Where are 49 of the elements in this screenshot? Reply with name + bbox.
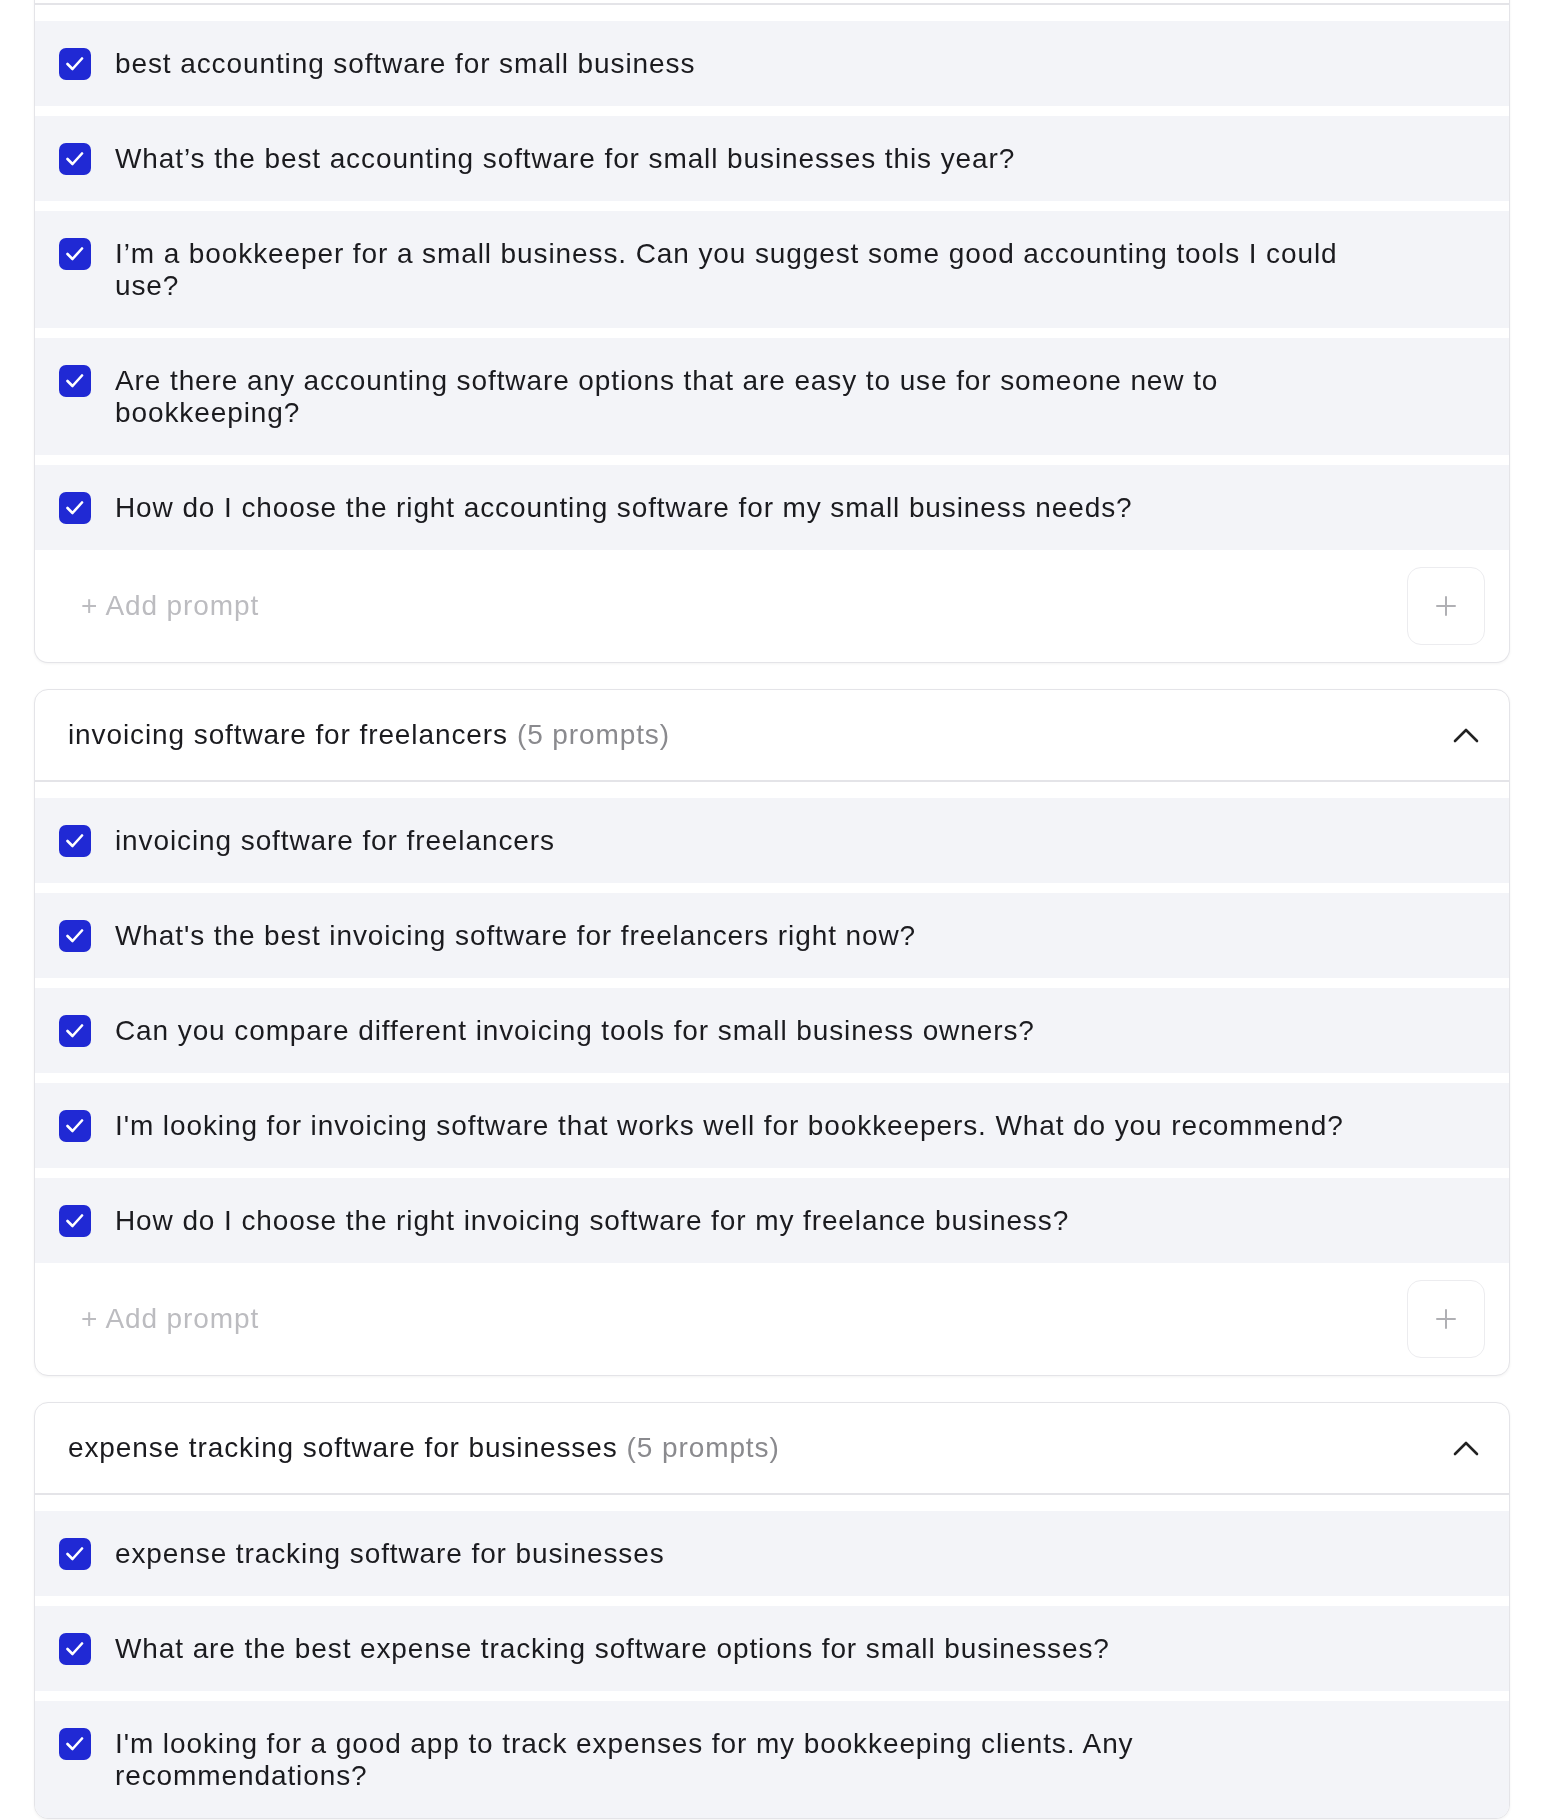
- check-icon: [66, 834, 84, 848]
- checkbox[interactable]: [59, 1015, 91, 1047]
- prompt-text: What’s the best accounting software for small businesses this year?: [115, 143, 1016, 175]
- prompt-text: Can you compare different invoicing tools for small business owners?: [115, 1015, 1035, 1047]
- checkbox[interactable]: [59, 1633, 91, 1665]
- check-icon: [66, 374, 84, 388]
- prompt-count: (5 prompts): [516, 719, 670, 751]
- plus-icon: [1434, 594, 1458, 618]
- prompt-count: (5 prompts): [626, 1432, 780, 1464]
- checkbox[interactable]: [59, 1205, 91, 1237]
- checkbox[interactable]: [59, 143, 91, 175]
- check-icon: [66, 1214, 84, 1228]
- prompt-text: What's the best invoicing software for freelancers right now?: [115, 920, 917, 952]
- prompt-text: How do I choose the right accounting software for my small business needs?: [115, 492, 1133, 524]
- add-prompt-field[interactable]: + Add prompt: [79, 1302, 1407, 1336]
- checkbox[interactable]: [59, 492, 91, 524]
- prompt-text: expense tracking software for businesses: [115, 1538, 665, 1570]
- check-icon: [66, 1024, 84, 1038]
- group-title: invoicing software for freelancers: [68, 719, 508, 751]
- check-icon: [66, 1119, 84, 1133]
- check-icon: [66, 1737, 84, 1751]
- checkbox[interactable]: [59, 825, 91, 857]
- check-icon: [66, 1547, 84, 1561]
- prompt-text: What are the best expense tracking software options for small businesses?: [115, 1633, 1110, 1665]
- checkbox[interactable]: [59, 365, 91, 397]
- prompt-text: I'm looking for a good app to track expenses for my bookkeeping clients. Any recommendations?: [115, 1728, 1135, 1792]
- prompt-text: I’m a bookkeeper for a small business. Can you suggest some good accounting tools I could use?: [115, 238, 1339, 302]
- add-prompt-field[interactable]: + Add prompt: [79, 589, 1407, 623]
- checkbox[interactable]: [59, 1110, 91, 1142]
- check-icon: [66, 152, 84, 166]
- check-icon: [66, 57, 84, 71]
- checkbox[interactable]: [59, 1728, 91, 1760]
- checkbox[interactable]: [59, 238, 91, 270]
- prompt-text: I'm looking for invoicing software that works well for bookkeepers. What do you recommend?: [115, 1110, 1344, 1142]
- prompt-text: invoicing software for freelancers: [115, 825, 555, 857]
- prompt-text: How do I choose the right invoicing software for my freelance business?: [115, 1205, 1070, 1237]
- check-icon: [66, 247, 84, 261]
- check-icon: [66, 929, 84, 943]
- plus-icon: [1434, 1307, 1458, 1331]
- checkbox[interactable]: [59, 48, 91, 80]
- checkbox[interactable]: [59, 920, 91, 952]
- group-title: expense tracking software for businesses: [68, 1432, 618, 1464]
- check-icon: [66, 501, 84, 515]
- check-icon: [66, 1642, 84, 1656]
- prompt-text: Are there any accounting software options that are easy to use for someone new to bookkeeping?: [115, 365, 1220, 429]
- chevron-up-icon[interactable]: [1453, 727, 1479, 743]
- checkbox[interactable]: [59, 1538, 91, 1570]
- prompt-text: best accounting software for small business: [115, 48, 696, 80]
- chevron-up-icon[interactable]: [1453, 1440, 1479, 1456]
